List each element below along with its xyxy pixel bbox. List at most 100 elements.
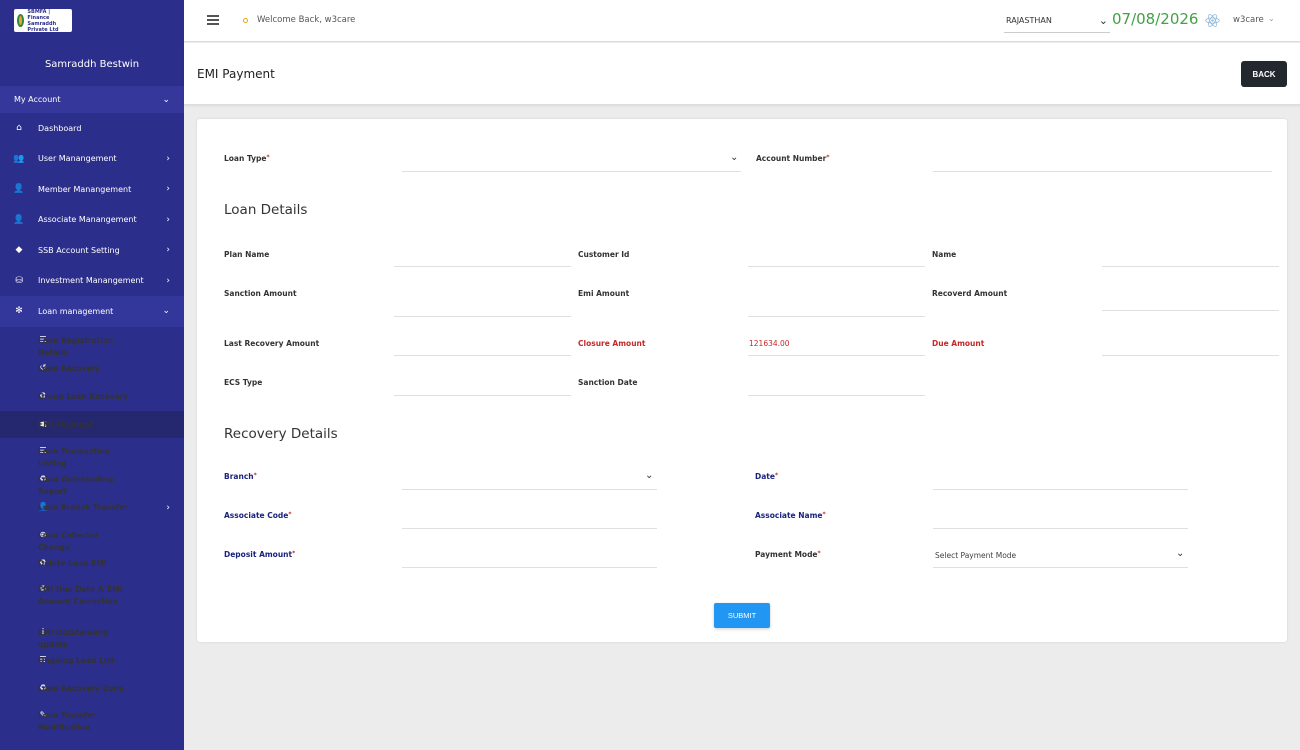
closure-amount-label: Closure Amount: [578, 339, 646, 348]
submenu-item-emi-outstanding-update[interactable]: ⇪ EMI Outstanding update: [0, 619, 184, 649]
sanction-amount-label: Sanction Amount: [224, 289, 297, 298]
submenu-item-loan-recovery-zone[interactable]: ♻ Loan Recovery Zone: [0, 675, 184, 703]
date-input[interactable]: [933, 489, 1188, 490]
ecs-type-input: [394, 395, 571, 396]
recoverd-amount-label: Recoverd Amount: [932, 289, 1008, 298]
chevron-down-icon[interactable]: ⌄: [1268, 14, 1275, 23]
recovery-details-heading: Recovery Details: [224, 426, 338, 442]
users-icon: 👥: [13, 153, 25, 164]
submenu-item-emi-due-date-emi-amount-correction[interactable]: ♻ EMI Due Date & EMI Amount Correction: [0, 577, 184, 619]
sidebar-item-label: Member Manangement: [38, 184, 132, 194]
submenu-item-loan-transaction-listing[interactable]: ☰ Loan Transaction Listing: [0, 438, 184, 468]
home-icon: ⌂: [16, 123, 22, 134]
payment-mode-label: Payment Mode*: [755, 550, 821, 559]
sidebar-item-dashboard[interactable]: ⌂ Dashboard: [0, 113, 184, 144]
coins-icon: ⛁: [15, 275, 23, 286]
chevron-right-icon: ›: [166, 214, 170, 225]
payment-mode-underline: [933, 567, 1188, 568]
sidebar-item-associate-manangement[interactable]: 👤 Associate Manangement ›: [0, 205, 184, 236]
company-logo[interactable]: SBMFA | Finance Samraddh Private Ltd: [14, 9, 72, 33]
loan-type-label: Loan Type*: [224, 154, 270, 163]
back-button[interactable]: BACK: [1241, 61, 1287, 87]
logo-bar: SBMFA | Finance Samraddh Private Ltd: [0, 0, 184, 42]
chevron-right-icon: ›: [166, 275, 170, 286]
submenu-item-label: Delete Loan EMI: [38, 558, 107, 568]
due-amount-input: [1102, 355, 1279, 356]
company-name: Samraddh Bestwin: [44, 58, 140, 70]
atom-icon: [1205, 14, 1220, 27]
chevron-down-icon: ⌄: [162, 306, 170, 317]
welcome-text: Welcome Back, w3care: [257, 15, 356, 25]
emi-payment-form: Loan Type* ⌄ Account Number* Loan Detail…: [197, 119, 1287, 642]
sidebar-item-label: Loan management: [38, 306, 114, 316]
chevron-down-icon: ⌄: [162, 94, 170, 105]
associate-name-input[interactable]: [933, 528, 1188, 529]
date-label: Date*: [755, 472, 779, 481]
branch-select[interactable]: [402, 489, 657, 490]
user-menu[interactable]: w3care: [1233, 15, 1264, 25]
submenu-item-loan-registration-details[interactable]: ☰ Loan Registration Details: [0, 327, 184, 357]
current-date: 07/08/2026: [1112, 10, 1199, 28]
sidebar-item-user-manangement[interactable]: 👥 User Manangement ›: [0, 144, 184, 175]
my-account-toggle[interactable]: My Account ⌄: [0, 86, 184, 113]
loan-type-select[interactable]: [402, 171, 741, 172]
chevron-down-icon[interactable]: ⌄: [645, 470, 653, 481]
customer-id-label: Customer Id: [578, 250, 630, 259]
plan-name-input: [394, 266, 571, 267]
loan-details-heading: Loan Details: [224, 202, 308, 218]
snowflake-icon: ✻: [15, 306, 23, 317]
sidebar-item-label: Investment Manangement: [38, 276, 144, 286]
customer-id-input: [748, 266, 925, 267]
deposit-amount-input[interactable]: [402, 567, 657, 568]
chevron-down-icon[interactable]: ⌄: [730, 152, 738, 163]
submenu-item-label: EMI Payment: [38, 419, 93, 429]
page-title: EMI Payment: [197, 67, 275, 81]
submenu-item-loan-collector-change[interactable]: ⊕ Loan Collector Change: [0, 522, 184, 552]
ecs-type-label: ECS Type: [224, 378, 263, 387]
logo-emblem-icon: [17, 14, 25, 27]
submit-button[interactable]: SUBMIT: [714, 603, 770, 628]
associate-code-label: Associate Code*: [224, 511, 292, 520]
name-input: [1102, 266, 1279, 267]
submenu-item-emi-payment[interactable]: ▣ EMI Payment: [0, 410, 184, 438]
submenu-item-ongoing-loan-list[interactable]: ☰ Ongoing Loan List: [0, 647, 184, 675]
submenu-item-label: EMI Due Date & EMI Amount Correction: [38, 584, 123, 606]
state-select-value: RAJASTHAN: [1006, 16, 1052, 25]
sidebar-item-member-manangement[interactable]: 👤 Member Manangement ›: [0, 174, 184, 205]
page-header: EMI Payment BACK: [184, 43, 1300, 105]
hamburger-menu-icon[interactable]: [207, 15, 219, 27]
status-dot-icon: [243, 18, 248, 23]
associate-code-input[interactable]: [402, 528, 657, 529]
sanction-date-label: Sanction Date: [578, 378, 638, 387]
sidebar-item-label: Dashboard: [38, 123, 82, 133]
sanction-amount-input: [394, 316, 571, 317]
submenu-item-loan-recovery[interactable]: ↺ Loan Recovery: [0, 355, 184, 383]
submenu-item-loan-outstanding-report[interactable]: ♻ Loan Outstanding Report: [0, 466, 184, 496]
associate-name-label: Associate Name*: [755, 511, 826, 520]
account-number-label: Account Number*: [756, 154, 830, 163]
sidebar-item-label: User Manangement: [38, 154, 117, 164]
submenu-item-label: Ongoing Loan List: [38, 655, 115, 665]
sidebar-menu: ⌂ Dashboard 👥 User Manangement › 👤 Member Mana…: [0, 113, 184, 327]
sidebar-item-investment-manangement[interactable]: ⛁ Investment Manangement ›: [0, 266, 184, 297]
submenu-item-label: Group Loan Recovery: [38, 391, 129, 401]
payment-mode-select[interactable]: Select Payment Mode: [935, 551, 1016, 560]
plan-name-label: Plan Name: [224, 250, 270, 259]
name-label: Name: [932, 250, 957, 259]
submenu-item-loan-branch-transfer[interactable]: 👤 Loan Branch Transfer ›: [0, 494, 184, 522]
submenu-item-delete-loan-emi[interactable]: ♻ Delete Loan EMI: [0, 550, 184, 577]
submenu-item-group-loan-recovery[interactable]: ♻ Group Loan Recovery: [0, 383, 184, 411]
account-number-input[interactable]: [933, 171, 1272, 172]
chevron-right-icon: ›: [166, 153, 170, 164]
piggy-bank-icon: ◆: [15, 245, 23, 256]
submenu-item-loan-transfer-modification[interactable]: ✎ Loan Transfer Modification: [0, 703, 184, 745]
branch-label: Branch*: [224, 472, 257, 481]
loan-management-submenu: ☰ Loan Registration Details ↺ Loan Recovery…: [0, 326, 184, 745]
sidebar-item-label: SSB Account Setting: [38, 245, 120, 255]
closure-amount-value: 121634.00: [749, 339, 790, 348]
sidebar-item-loan-management[interactable]: ✻ Loan management ⌄: [0, 296, 184, 327]
sidebar-item-ssb-account-setting[interactable]: ◆ SSB Account Setting ›: [0, 235, 184, 266]
chevron-down-icon[interactable]: ⌄: [1176, 548, 1184, 559]
state-select[interactable]: RAJASTHAN ⌄: [1004, 10, 1110, 33]
submenu-item-label: Loan Branch Transfer: [38, 502, 129, 512]
